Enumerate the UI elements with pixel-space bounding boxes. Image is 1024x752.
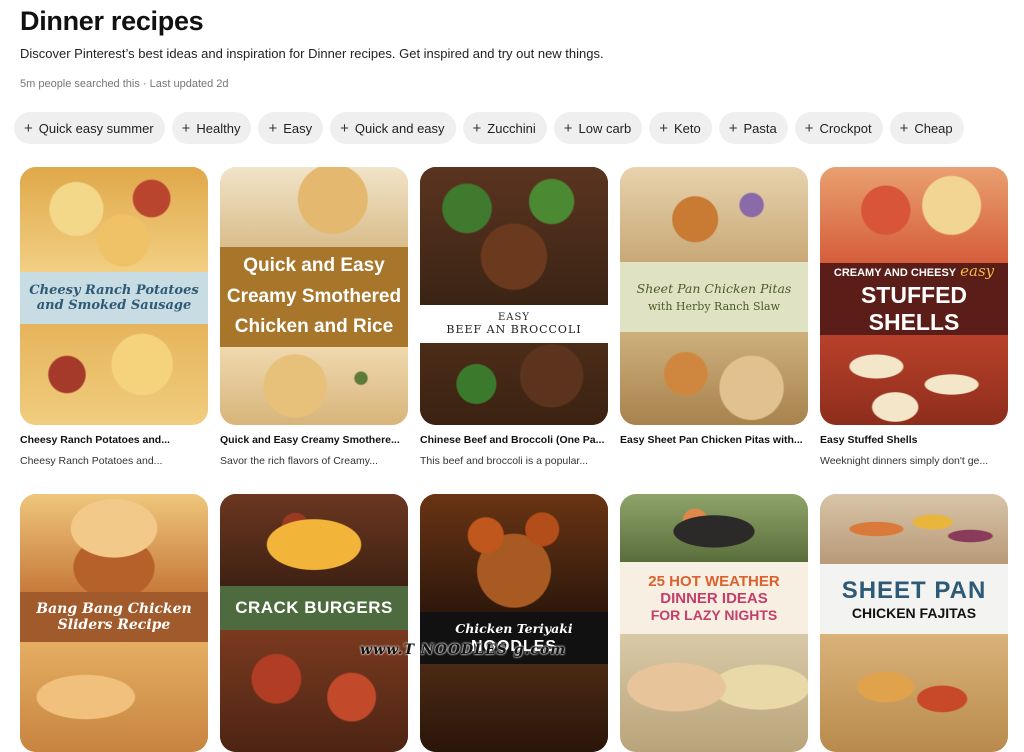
page-description: Discover Pinterest’s best ideas and insp… [20,46,604,61]
pin-overlay-line: Bang Bang Chicken [36,601,192,617]
pin-image[interactable]: CREAMY AND CHEESY easy STUFFED SHELLS [820,167,1008,425]
pin-overlay-line: easy [960,262,995,280]
pin-overlay-line: Chicken and Rice [234,316,394,338]
chip-label: Healthy [196,120,241,136]
pin-card[interactable]: Bang Bang Chicken Sliders Recipe [20,494,208,752]
pin-card[interactable]: SHEET PAN CHICKEN FAJITAS [820,494,1008,752]
pin-title[interactable]: Cheesy Ranch Potatoes and... [20,434,208,446]
chip-label: Easy [283,120,313,136]
plus-icon: + [563,119,573,137]
plus-icon: + [659,119,668,137]
pin-overlay-line: Sliders Recipe [57,617,171,633]
pin-overlay-line: Chicken Teriyaki [455,620,573,636]
plus-icon: + [899,119,909,137]
pin-overlay-line: STUFFED SHELLS [860,282,968,335]
pin-overlay-line: DINNER IDEAS [660,590,768,607]
chip-label: Keto [674,120,701,136]
pin-overlay-line: EASY [498,312,530,323]
pin-card[interactable]: Quick and Easy Creamy Smothered Chicken … [220,167,408,467]
chip-label: Pasta [743,120,777,136]
chip-pasta[interactable]: + Pasta [718,112,788,144]
pin-overlay-line: CHICKEN FAJITAS [851,605,977,621]
pin-title[interactable]: Easy Sheet Pan Chicken Pitas with... [620,434,808,446]
plus-icon: + [472,119,482,137]
chip-low-carb[interactable]: + Low carb [553,112,643,144]
pin-image[interactable]: Bang Bang Chicken Sliders Recipe [20,494,208,752]
plus-icon: + [804,119,814,137]
pin-subtitle: Cheesy Ranch Potatoes and... [20,455,163,467]
chip-label: Low carb [578,120,632,136]
chip-label: Quick easy summer [38,120,154,136]
plus-icon: + [728,119,738,137]
pin-overlay-line: Cheesy Ranch Potatoes [29,283,199,298]
pin-subtitle: Savor the rich flavors of Creamy... [220,455,378,467]
pin-image[interactable]: Quick and Easy Creamy Smothered Chicken … [220,167,408,425]
chip-healthy[interactable]: + Healthy [171,112,252,144]
chip-cheap[interactable]: + Cheap [889,112,964,144]
pin-image[interactable]: SHEET PAN CHICKEN FAJITAS [820,494,1008,752]
chip-label: Cheap [914,120,953,136]
pin-card[interactable]: Sheet Pan Chicken Pitas with Herby Ranch… [620,167,808,455]
image-watermark: www.T NOODLES g.com [360,642,567,658]
pin-card[interactable]: CRACK BURGERS [220,494,408,752]
pin-overlay-line: CREAMY AND CHEESY [833,267,957,279]
chip-label: Quick and easy [354,120,445,136]
pin-card[interactable]: Cheesy Ranch Potatoes and Smoked Sausage… [20,167,208,467]
pin-overlay-line: 25 HOT WEATHER [648,573,780,590]
plus-icon: + [24,119,33,137]
chip-crockpot[interactable]: + Crockpot [794,112,883,144]
related-search-chips: + Quick easy summer + Healthy + Easy + Quick… [14,112,964,144]
pin-overlay-line: BEEF AN BROCCOLI [446,323,582,336]
pin-card[interactable]: 25 HOT WEATHER DINNER IDEAS FOR LAZY NIG… [620,494,808,752]
pin-subtitle: This beef and broccoli is a popular... [420,455,589,467]
pin-image[interactable]: EASY BEEF AN BROCCOLI [420,167,608,425]
chip-easy[interactable]: + Easy [258,112,324,144]
pin-title[interactable]: Quick and Easy Creamy Smothere... [220,434,408,446]
pin-overlay-line: CRACK BURGERS [235,598,393,617]
pin-card[interactable]: Chicken Teriyaki NOODLES [420,494,608,752]
pin-subtitle: Weeknight dinners simply don't ge... [820,455,989,467]
pin-overlay-line: SHEET PAN [841,577,987,604]
pin-card[interactable]: EASY BEEF AN BROCCOLI Chinese Beef and B… [420,167,608,467]
pin-overlay-line: and Smoked Sausage [36,298,192,313]
page-title: Dinner recipes [20,6,204,36]
plus-icon: + [268,119,278,137]
pin-overlay-line: Sheet Pan Chicken Pitas [636,281,792,296]
chip-zucchini[interactable]: + Zucchini [462,112,547,144]
pin-image[interactable]: Cheesy Ranch Potatoes and Smoked Sausage [20,167,208,425]
pin-overlay-line: FOR LAZY NIGHTS [650,607,778,623]
pin-card[interactable]: CREAMY AND CHEESY easy STUFFED SHELLS Ea… [820,167,1008,467]
pin-image[interactable]: Chicken Teriyaki NOODLES [420,494,608,752]
chip-quick-and-easy[interactable]: + Quick and easy [330,112,456,144]
plus-icon: + [181,119,191,137]
plus-icon: + [340,119,349,137]
search-meta: 5m people searched this · Last updated 2… [20,78,229,90]
pin-image[interactable]: Sheet Pan Chicken Pitas with Herby Ranch… [620,167,808,425]
pin-title[interactable]: Chinese Beef and Broccoli (One Pa... [420,434,608,446]
pin-overlay-line: Creamy Smothered [226,285,402,307]
pin-image[interactable]: CRACK BURGERS [220,494,408,752]
chip-label: Crockpot [819,120,872,136]
pin-image[interactable]: 25 HOT WEATHER DINNER IDEAS FOR LAZY NIG… [620,494,808,752]
pin-overlay-line: Quick and Easy [243,255,385,277]
chip-label: Zucchini [487,120,536,136]
chip-quick-easy-summer[interactable]: + Quick easy summer [14,112,165,144]
pin-overlay-line: with Herby Ranch Slaw [648,300,780,313]
pin-title[interactable]: Easy Stuffed Shells [820,434,1008,446]
chip-keto[interactable]: + Keto [649,112,712,144]
